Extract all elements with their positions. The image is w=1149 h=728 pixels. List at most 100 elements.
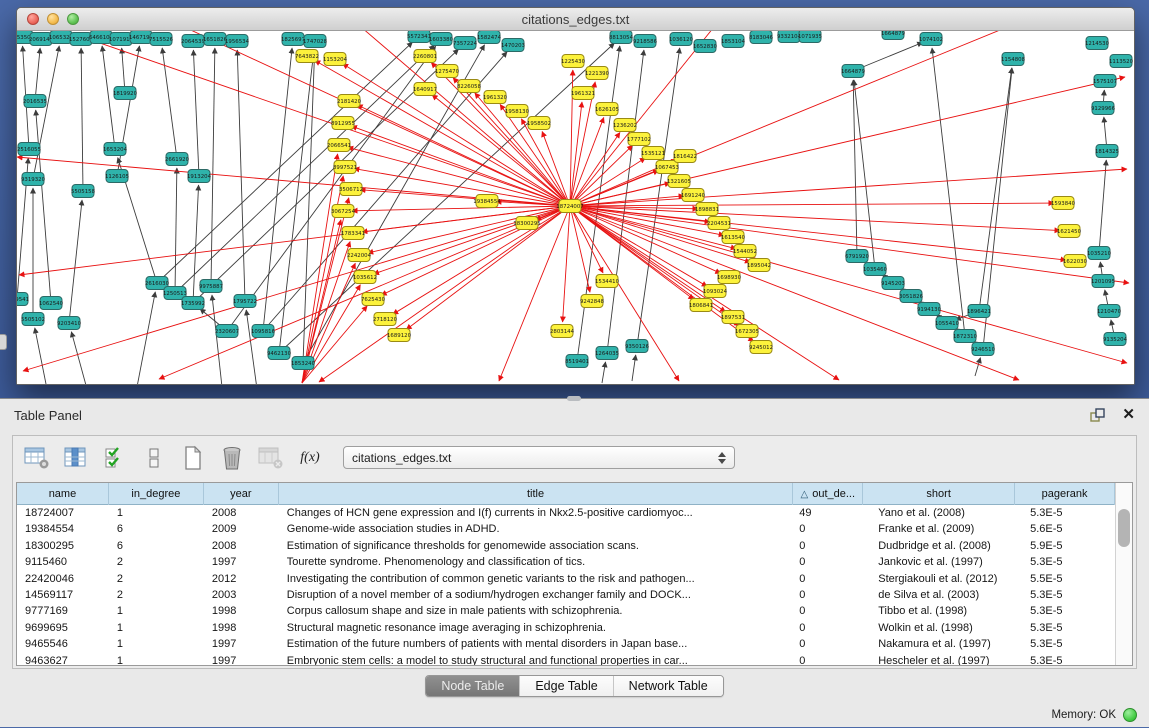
graph-edge[interactable] (237, 50, 245, 301)
table-row[interactable]: 969969511998Structural magnetic resonanc… (17, 620, 1115, 636)
graph-node[interactable]: 1093024 (703, 285, 728, 298)
graph-node[interactable]: 1264035 (595, 347, 619, 360)
graph-node[interactable]: 9350126 (625, 340, 650, 353)
graph-edge[interactable] (381, 206, 570, 295)
zoom-window-icon[interactable] (67, 13, 79, 25)
graph-edge[interactable] (854, 80, 875, 269)
graph-edge[interactable] (602, 362, 606, 383)
graph-node[interactable]: 7515526 (149, 33, 174, 46)
graph-node[interactable]: 1201095 (1091, 275, 1115, 288)
graph-edge[interactable] (35, 48, 40, 101)
graph-node[interactable]: 1961321 (571, 87, 595, 100)
graph-edge[interactable] (263, 48, 292, 331)
graph-node[interactable]: 1651826 (203, 33, 228, 46)
graph-edge[interactable] (431, 62, 570, 206)
graph-edge[interactable] (570, 158, 645, 206)
close-window-icon[interactable] (27, 13, 39, 25)
graph-node[interactable]: 1126105 (105, 170, 129, 183)
table-settings-button[interactable] (23, 444, 51, 472)
table-row[interactable]: 1872400712008Changes of HCN gene express… (17, 505, 1115, 521)
graph-node[interactable]: 1036120 (669, 33, 694, 46)
graph-node[interactable]: 1825697 (281, 33, 305, 46)
delete-rows-button[interactable] (218, 444, 246, 472)
graph-node[interactable]: 1113520 (1109, 55, 1134, 68)
graph-node[interactable]: 1210470 (1097, 305, 1122, 318)
graph-edge[interactable] (570, 206, 1019, 380)
graph-node[interactable]: 1664879 (841, 65, 866, 78)
table-row[interactable]: 1938455462009Genome-wide association stu… (17, 521, 1115, 537)
graph-node[interactable]: 2661920 (165, 153, 190, 166)
graph-node[interactable]: 9135204 (1103, 333, 1128, 346)
graph-edge[interactable] (570, 31, 1022, 206)
graph-node[interactable]: 1236202 (613, 119, 637, 132)
graph-node[interactable]: 2242004 (347, 249, 372, 262)
graph-node[interactable]: 19384554 (473, 195, 501, 208)
graph-edge[interactable] (521, 119, 570, 206)
graph-node[interactable]: 1853240 (291, 357, 316, 370)
show-columns-button[interactable] (62, 444, 90, 472)
graph-node[interactable]: 1035210 (1087, 247, 1112, 260)
graph-node[interactable]: 1626105 (595, 103, 619, 116)
graph-node[interactable]: 1622030 (1063, 255, 1088, 268)
graph-node[interactable]: 18724007 (556, 200, 583, 213)
graph-node[interactable]: 5572341 (407, 31, 431, 43)
graph-node[interactable]: 1783341 (341, 227, 365, 240)
graph-node[interactable]: 1814325 (1095, 145, 1119, 158)
column-header-short[interactable]: short (863, 483, 1015, 505)
graph-edge[interactable] (1099, 160, 1106, 253)
graph-edge[interactable] (406, 206, 570, 330)
graph-node[interactable]: 2016535 (23, 95, 47, 108)
graph-edge[interactable] (570, 206, 707, 286)
graph-node[interactable]: 2204531 (707, 217, 731, 230)
graph-edge[interactable] (453, 78, 570, 206)
graph-node[interactable]: 1672305 (735, 325, 759, 338)
column-header-out_de[interactable]: △out_de... (793, 483, 863, 505)
graph-node[interactable]: 7643822 (295, 50, 319, 63)
graph-node[interactable]: 1652830 (693, 40, 718, 53)
graph-node[interactable]: 9246510 (971, 343, 996, 356)
graph-node[interactable]: 1603380 (429, 33, 454, 46)
graph-node[interactable]: 2320607 (215, 325, 239, 338)
graph-node[interactable]: 9203410 (57, 317, 82, 330)
column-header-title[interactable]: title (279, 483, 794, 505)
graph-node[interactable]: 9194130 (917, 303, 942, 316)
tab-network-table[interactable]: Network Table (613, 676, 723, 696)
graph-node[interactable]: 9145203 (881, 277, 905, 290)
graph-node[interactable]: 2718120 (373, 313, 398, 326)
tab-node-table[interactable]: Node Table (426, 676, 519, 696)
graph-edge[interactable] (570, 196, 684, 206)
graph-node[interactable]: 1956534 (225, 35, 250, 48)
graph-edge[interactable] (175, 168, 177, 293)
graph-node[interactable]: 1653204 (103, 143, 128, 156)
table-row[interactable]: 911546021997Tourette syndrome. Phenomeno… (17, 554, 1115, 570)
column-header-year[interactable]: year (204, 483, 279, 505)
column-header-pagerank[interactable]: pagerank (1015, 483, 1115, 505)
graph-node[interactable]: 2516055 (17, 143, 41, 156)
graph-node[interactable]: 2066541 (327, 139, 351, 152)
graph-node[interactable]: 1035460 (863, 263, 888, 276)
graph-node[interactable]: 1062540 (39, 297, 64, 310)
graph-node[interactable]: 1582474 (477, 31, 502, 44)
graph-node[interactable]: 1691240 (681, 189, 706, 202)
float-panel-icon[interactable] (1090, 408, 1106, 423)
graph-edge[interactable] (193, 50, 199, 176)
graph-node[interactable]: 9242848 (580, 295, 605, 308)
graph-node[interactable]: 7357224 (453, 37, 478, 50)
graph-node[interactable]: 1806841 (689, 299, 713, 312)
graph-edge[interactable] (570, 145, 633, 206)
table-row[interactable]: 946362711997Embryonic stem cells: a mode… (17, 653, 1115, 665)
row-height-button[interactable] (140, 444, 168, 472)
memory-ok-icon[interactable] (1123, 708, 1137, 722)
panel-resize-grip[interactable] (567, 396, 581, 401)
graph-edge[interactable] (393, 206, 570, 314)
graph-node[interactable]: 1853104 (721, 35, 746, 48)
column-header-in_degree[interactable]: in_degree (109, 483, 204, 505)
graph-node[interactable]: 8997521 (333, 161, 357, 174)
graph-node[interactable]: 1055410 (935, 317, 960, 330)
window-titlebar[interactable]: citations_edges.txt (17, 8, 1134, 31)
table-row[interactable]: 2242004622012Investigating the contribut… (17, 571, 1115, 587)
graph-node[interactable]: 8519401 (565, 355, 589, 368)
graph-node[interactable]: 1613540 (721, 231, 746, 244)
graph-node[interactable]: 9245012 (749, 341, 773, 354)
graph-edge[interactable] (69, 200, 82, 323)
